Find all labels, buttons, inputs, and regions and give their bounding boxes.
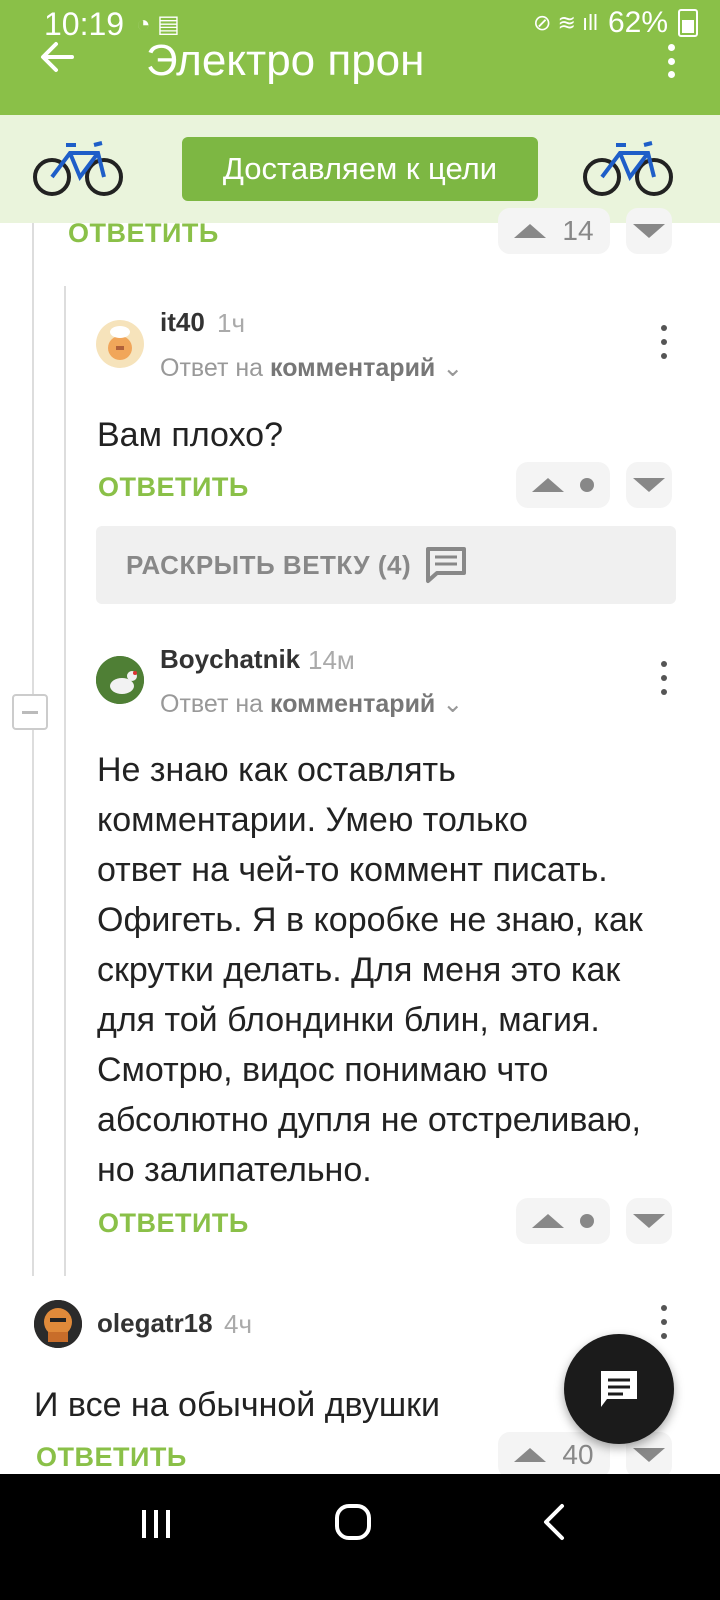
avatar-image xyxy=(96,656,144,704)
downvote-icon xyxy=(633,478,665,492)
vote-box: 40 xyxy=(498,1432,610,1478)
chevron-down-icon: ⌄ xyxy=(442,354,464,382)
reply-to[interactable]: Ответ на комментарий ⌄ xyxy=(160,689,463,719)
comments-icon xyxy=(426,547,467,583)
vote-box: 14 xyxy=(498,208,610,254)
downvote-icon xyxy=(633,1214,665,1228)
reply-button[interactable]: ОТВЕТИТЬ xyxy=(98,1208,249,1239)
comment-text-line: Офигеть. Я в коробке не знаю, как xyxy=(97,901,643,939)
reply-button[interactable]: ОТВЕТИТЬ xyxy=(98,472,249,503)
comment-text: Не знаю как оставлять комментарии. Умею … xyxy=(97,745,697,1195)
expand-branch-button[interactable]: РАСКРЫТЬ ВЕТКУ (4) xyxy=(96,526,676,604)
downvote-button[interactable] xyxy=(626,1198,672,1244)
chevron-down-icon: ⌄ xyxy=(442,690,464,718)
score-dot xyxy=(580,478,594,492)
reply-to[interactable]: Ответ на комментарий ⌄ xyxy=(160,353,463,383)
comment-text-line: скрутки делать. Для меня это как xyxy=(97,951,621,989)
comment-text-line: для той блондинки блин, магия. xyxy=(97,1001,600,1039)
upvote-icon[interactable] xyxy=(532,478,564,492)
comment-time: 4ч xyxy=(224,1309,253,1339)
downvote-button[interactable] xyxy=(626,208,672,254)
reply-button[interactable]: ОТВЕТИТЬ xyxy=(68,218,219,249)
username[interactable]: Boychatnik xyxy=(160,644,300,675)
avatar[interactable] xyxy=(96,656,144,704)
comment-text-line: ответ на чей-то коммент писать. xyxy=(97,851,608,889)
battery-text: 62% xyxy=(607,6,668,39)
bicycle-icon xyxy=(33,141,123,196)
avatar[interactable] xyxy=(34,1300,82,1348)
vote-box xyxy=(516,1198,610,1244)
home-icon[interactable] xyxy=(333,1502,373,1542)
notification-icons: ◔ ▤ xyxy=(136,11,180,38)
signal-icon: ⊘ ≋ ıll xyxy=(532,10,598,35)
reply-to-target: комментарий xyxy=(270,690,436,718)
score-dot xyxy=(580,1214,594,1228)
message-icon xyxy=(601,1371,637,1407)
comment-time: 1ч xyxy=(217,308,246,338)
comment-text: Вам плохо? xyxy=(97,416,284,454)
avatar[interactable] xyxy=(96,320,144,368)
thread-line xyxy=(64,286,66,1276)
comment-text-line: Не знаю как оставлять xyxy=(97,751,456,789)
promo-banner[interactable]: Доставляем к цели xyxy=(0,115,720,223)
score: 40 xyxy=(562,1439,594,1470)
reply-to-prefix: Ответ на xyxy=(160,690,264,718)
status-time: 10:19 xyxy=(44,6,125,42)
comment-menu-icon[interactable] xyxy=(660,661,668,695)
back-icon[interactable] xyxy=(536,1502,576,1542)
promo-button[interactable]: Доставляем к цели xyxy=(182,137,538,201)
thread-line xyxy=(32,223,34,1276)
reply-button[interactable]: ОТВЕТИТЬ xyxy=(36,1442,187,1473)
comment-menu-icon[interactable] xyxy=(660,325,668,359)
vote-box xyxy=(516,462,610,508)
overflow-menu-icon[interactable] xyxy=(668,44,676,78)
avatar-image xyxy=(108,326,132,360)
score: 14 xyxy=(562,215,594,246)
collapse-thread-button[interactable] xyxy=(12,694,48,730)
username[interactable]: it40 xyxy=(160,307,205,338)
recent-apps-icon[interactable] xyxy=(136,1504,176,1544)
comment-text-line: Смотрю, видос понимаю что xyxy=(97,1051,549,1089)
comment-fab[interactable] xyxy=(564,1334,674,1444)
comment-text-line: абсолютно дупля не отстреливаю, xyxy=(97,1101,641,1139)
reply-to-target: комментарий xyxy=(270,354,436,382)
reply-to-prefix: Ответ на xyxy=(160,354,264,382)
comment-text: И все на обычной двушки xyxy=(34,1386,441,1424)
comment-text-line: комментарии. Умею только xyxy=(97,801,528,839)
system-nav-bar xyxy=(0,1474,720,1600)
comment-text-line: но залипательно. xyxy=(97,1151,372,1189)
expand-branch-label: РАСКРЫТЬ ВЕТКУ (4) xyxy=(126,549,412,580)
comment-menu-icon[interactable] xyxy=(660,1305,668,1339)
app-bar: 10:19 ◔ ▤ ⊘ ≋ ıll 62% Электро прон xyxy=(0,0,720,115)
downvote-icon xyxy=(633,224,665,238)
page-title: Электро прон xyxy=(146,36,425,85)
status-right: ⊘ ≋ ıll 62% xyxy=(533,6,698,40)
battery-icon xyxy=(678,9,698,37)
upvote-icon[interactable] xyxy=(514,1448,547,1462)
bicycle-icon xyxy=(583,141,673,196)
upvote-icon[interactable] xyxy=(514,224,547,238)
username[interactable]: olegatr18 xyxy=(97,1308,213,1339)
back-arrow-icon[interactable] xyxy=(40,40,74,74)
upvote-icon[interactable] xyxy=(532,1214,564,1228)
avatar-image xyxy=(34,1300,82,1348)
comment-time: 14м xyxy=(308,645,355,675)
downvote-button[interactable] xyxy=(626,462,672,508)
downvote-icon xyxy=(633,1448,665,1462)
